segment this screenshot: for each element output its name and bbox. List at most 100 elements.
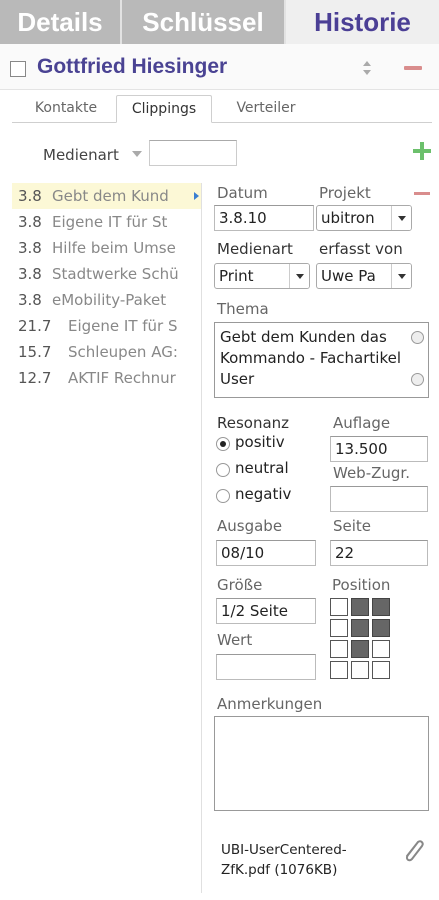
auflage-field[interactable]: 13.500 — [330, 436, 428, 462]
list-item-date: 3.8 — [18, 239, 42, 257]
thema-label: Thema — [217, 300, 269, 318]
anmerkungen-textarea[interactable] — [214, 716, 429, 811]
position-cell-empty[interactable] — [330, 598, 348, 616]
selected-arrow-icon — [194, 192, 199, 200]
groesse-field[interactable]: 1/2 Seite — [216, 598, 316, 624]
list-item-date: 15.7 — [18, 343, 52, 361]
list-item-date: 21.7 — [18, 317, 52, 335]
web-zugr-field[interactable] — [330, 486, 428, 512]
tab-clippings[interactable]: Clippings — [116, 95, 212, 123]
list-item-date: 12.7 — [18, 369, 52, 387]
resonanz-neutral-radio[interactable] — [216, 463, 230, 477]
list-item[interactable]: 3.8 eMobility-Paket — [12, 287, 201, 313]
ausgabe-field[interactable]: 08/10 — [216, 540, 316, 566]
contact-header: Gottfried Hiesinger — [0, 44, 439, 90]
list-item-title: Gebt dem Kund — [52, 187, 169, 205]
tab-verteiler[interactable]: Verteiler — [218, 95, 314, 123]
projekt-select[interactable]: ubitron — [316, 205, 412, 231]
list-item-date: 3.8 — [18, 213, 42, 231]
thema-text: Gebt dem Kunden das Kommando - Fachartik… — [220, 328, 401, 388]
tab-schluessel[interactable]: Schlüssel — [122, 0, 286, 44]
list-item-title: Hilfe beim Umse — [52, 239, 176, 257]
attachment-size: ZfK.pdf (1076KB) — [221, 862, 338, 878]
list-item-date: 3.8 — [18, 265, 42, 283]
list-item[interactable]: 3.8 Stadtwerke Schü — [12, 261, 201, 287]
scroll-up-icon[interactable] — [411, 331, 424, 344]
list-item[interactable]: 15.7 Schleupen AG: — [12, 339, 201, 365]
list-item[interactable]: 21.7 Eigene IT für S — [12, 313, 201, 339]
list-item-title: eMobility-Paket — [52, 291, 167, 309]
position-cell-empty[interactable] — [372, 640, 390, 658]
list-item[interactable]: 3.8 Gebt dem Kund — [12, 183, 201, 209]
position-cell-filled[interactable] — [372, 619, 390, 637]
resonanz-negativ-label[interactable]: negativ — [235, 485, 291, 503]
position-cell-empty[interactable] — [372, 661, 390, 679]
thema-textarea[interactable]: Gebt dem Kunden das Kommando - Fachartik… — [214, 322, 429, 398]
chevron-down-icon — [391, 264, 411, 288]
remove-clipping-icon[interactable] — [414, 192, 430, 195]
tab-historie[interactable]: Historie — [286, 0, 439, 44]
position-cell-filled[interactable] — [351, 619, 369, 637]
list-item-title: AKTIF Rechnur — [68, 369, 176, 387]
position-cell-filled[interactable] — [351, 640, 369, 658]
list-item[interactable]: 12.7 AKTIF Rechnur — [12, 365, 201, 391]
top-tab-bar: Details Schlüssel Historie — [0, 0, 439, 44]
list-item-date: 3.8 — [18, 187, 42, 205]
resonanz-positiv-radio[interactable] — [216, 437, 230, 451]
wert-field[interactable] — [216, 654, 316, 680]
position-label: Position — [332, 576, 391, 594]
list-item-title: Stadtwerke Schü — [52, 265, 179, 283]
projekt-label: Projekt — [319, 184, 371, 202]
contact-name: Gottfried Hiesinger — [37, 55, 228, 78]
position-cell-empty[interactable] — [330, 619, 348, 637]
chevron-down-icon[interactable] — [132, 151, 142, 157]
seite-field[interactable]: 22 — [330, 540, 428, 566]
groesse-label: Größe — [217, 576, 263, 594]
medienart-select[interactable]: Print — [214, 263, 310, 289]
resonanz-label: Resonanz — [217, 414, 290, 432]
position-cell-filled[interactable] — [351, 598, 369, 616]
datum-label: Datum — [217, 184, 268, 202]
add-clipping-icon[interactable] — [413, 142, 431, 160]
tab-details[interactable]: Details — [0, 0, 122, 44]
erfasst-von-label: erfasst von — [319, 240, 403, 258]
remove-contact-icon[interactable] — [404, 66, 422, 70]
list-item[interactable]: 3.8 Hilfe beim Umse — [12, 235, 201, 261]
position-cell-empty[interactable] — [330, 640, 348, 658]
medienart-filter-label[interactable]: Medienart — [43, 146, 119, 164]
list-item-title: Eigene IT für S — [68, 317, 178, 335]
auflage-label: Auflage — [333, 414, 391, 432]
resonanz-positiv-label[interactable]: positiv — [235, 433, 285, 451]
anmerkungen-label: Anmerkungen — [217, 695, 323, 713]
subtab-bar: Kontakte Clippings Verteiler — [12, 95, 432, 123]
paperclip-icon[interactable] — [400, 835, 426, 865]
list-item-title: Eigene IT für St — [52, 213, 168, 231]
datum-field[interactable]: 3.8.10 — [214, 205, 314, 231]
filter-input[interactable] — [149, 140, 237, 166]
seite-label: Seite — [333, 517, 372, 535]
medienart-select-value: Print — [219, 267, 254, 285]
filter-row: Medienart — [0, 137, 439, 171]
sort-arrows-icon[interactable] — [360, 58, 374, 78]
erfasst-von-select-value: Uwe Pa — [321, 267, 376, 285]
attachment-name: UBI-UserCentered- — [221, 842, 347, 858]
erfasst-von-select[interactable]: Uwe Pa — [316, 263, 412, 289]
clipping-detail-form: Datum Projekt 3.8.10 ubitron Medienart e… — [205, 183, 439, 900]
list-item-title: Schleupen AG: — [68, 343, 178, 361]
attachment-link[interactable]: UBI-UserCentered- ZfK.pdf (1076KB) — [221, 840, 347, 880]
list-item-date: 3.8 — [18, 291, 42, 309]
resonanz-negativ-radio[interactable] — [216, 489, 230, 503]
position-cell-empty[interactable] — [330, 661, 348, 679]
list-item[interactable]: 3.8 Eigene IT für St — [12, 209, 201, 235]
web-zugr-label: Web-Zugr. — [333, 464, 410, 482]
contact-select-checkbox[interactable] — [10, 61, 26, 77]
position-cell-empty[interactable] — [351, 661, 369, 679]
position-grid[interactable] — [330, 598, 392, 680]
position-cell-filled[interactable] — [372, 598, 390, 616]
medienart-label: Medienart — [217, 240, 293, 258]
wert-label: Wert — [217, 631, 253, 649]
resonanz-neutral-label[interactable]: neutral — [235, 459, 289, 477]
scroll-down-icon[interactable] — [411, 373, 424, 386]
ausgabe-label: Ausgabe — [217, 517, 283, 535]
tab-kontakte[interactable]: Kontakte — [18, 95, 114, 123]
